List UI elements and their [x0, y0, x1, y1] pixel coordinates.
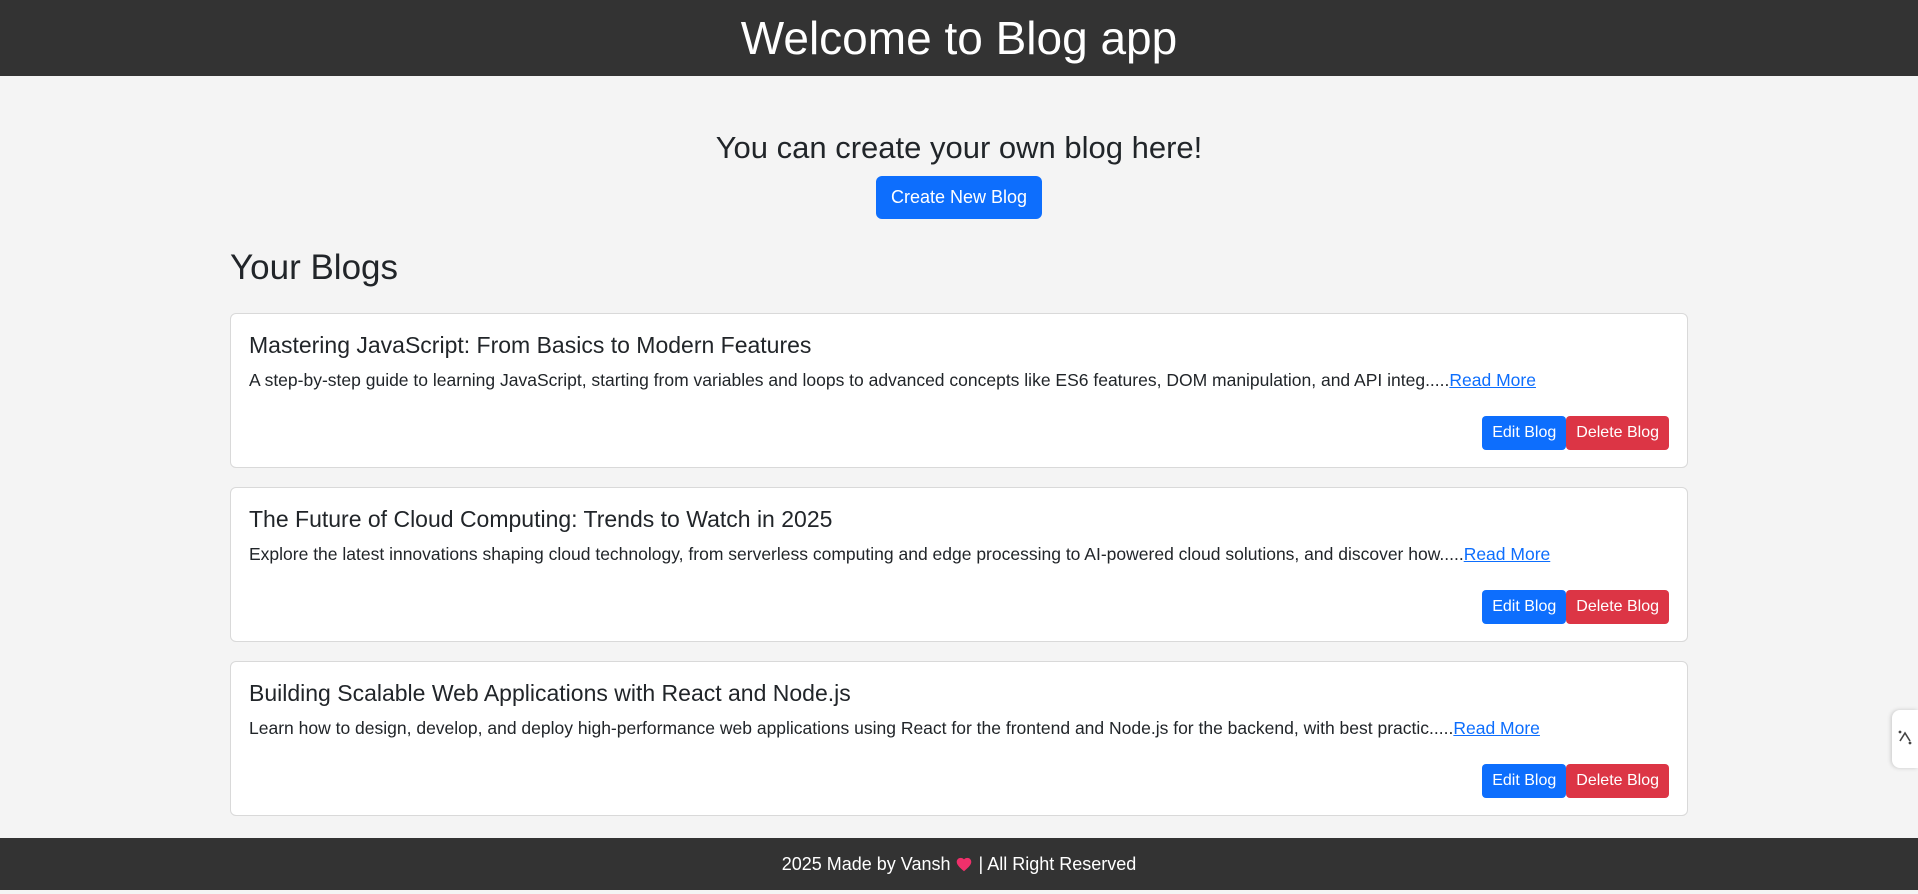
footer-rights: | All Right Reserved [978, 853, 1137, 874]
blog-card: Mastering JavaScript: From Basics to Mod… [230, 313, 1688, 468]
blog-excerpt: Learn how to design, develop, and deploy… [249, 717, 1669, 739]
top-header: Welcome to Blog app [0, 0, 1918, 76]
heart-icon [955, 854, 973, 875]
extension-handle-icon [1897, 726, 1913, 753]
blog-actions: Edit Blog Delete Blog [1482, 416, 1669, 450]
read-more-link[interactable]: Read More [1464, 544, 1551, 564]
blog-actions: Edit Blog Delete Blog [1482, 590, 1669, 624]
app-title: Welcome to Blog app [740, 12, 1178, 64]
edit-blog-button[interactable]: Edit Blog [1482, 764, 1567, 798]
blogs-section: Your Blogs Mastering JavaScript: From Ba… [230, 247, 1688, 835]
hero-tagline: You can create your own blog here! [715, 130, 1203, 165]
blog-excerpt-text: Learn how to design, develop, and deploy… [249, 718, 1454, 738]
delete-blog-button[interactable]: Delete Blog [1566, 764, 1669, 798]
read-more-link[interactable]: Read More [1453, 718, 1540, 738]
blog-excerpt: Explore the latest innovations shaping c… [249, 543, 1669, 565]
side-extension-tab[interactable] [1892, 710, 1918, 768]
your-blogs-heading: Your Blogs [230, 248, 398, 287]
blog-excerpt: A step-by-step guide to learning JavaScr… [249, 369, 1669, 391]
delete-blog-button[interactable]: Delete Blog [1566, 590, 1669, 624]
create-new-blog-button[interactable]: Create New Blog [875, 176, 1043, 219]
page-footer: 2025 Made by Vansh | All Right Reserved [0, 838, 1918, 890]
footer-credit: 2025 Made by Vansh [781, 853, 951, 874]
blog-excerpt-text: Explore the latest innovations shaping c… [249, 544, 1464, 564]
edit-blog-button[interactable]: Edit Blog [1482, 416, 1567, 450]
blog-title: Mastering JavaScript: From Basics to Mod… [249, 332, 812, 358]
blog-card: Building Scalable Web Applications with … [230, 661, 1688, 816]
blog-title: The Future of Cloud Computing: Trends to… [249, 506, 833, 532]
hero-section: You can create your own blog here! Creat… [0, 130, 1918, 219]
blog-title: Building Scalable Web Applications with … [249, 680, 851, 706]
blog-card: The Future of Cloud Computing: Trends to… [230, 487, 1688, 642]
edit-blog-button[interactable]: Edit Blog [1482, 590, 1567, 624]
blog-actions: Edit Blog Delete Blog [1482, 764, 1669, 798]
read-more-link[interactable]: Read More [1449, 370, 1536, 390]
blog-excerpt-text: A step-by-step guide to learning JavaScr… [249, 370, 1450, 390]
delete-blog-button[interactable]: Delete Blog [1566, 416, 1669, 450]
